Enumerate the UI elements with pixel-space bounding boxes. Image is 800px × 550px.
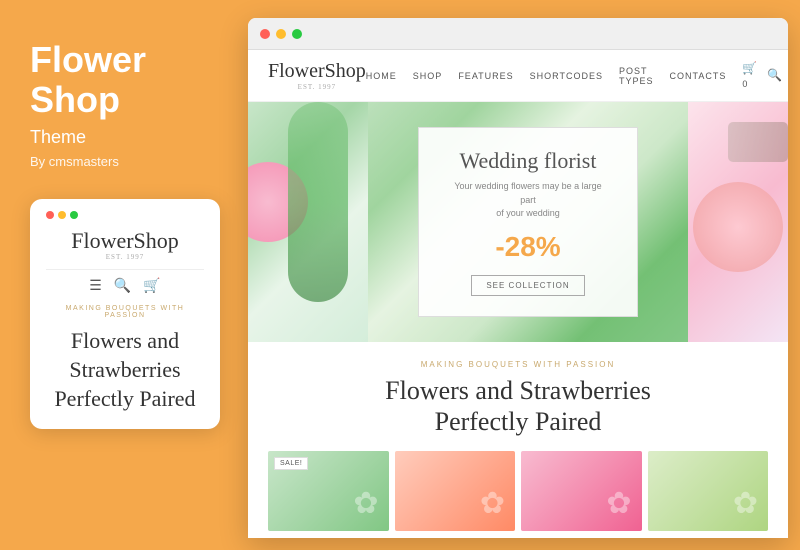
product-thumb-3[interactable] [521,451,642,531]
promo-sub: Your wedding flowers may be a large part… [447,180,609,221]
browser-dot-maximize[interactable] [292,29,302,39]
below-hero: Making Bouquets with Passion Flowers and… [248,342,788,538]
mobile-heading: Flowers and Strawberries Perfectly Paire… [46,327,204,413]
section-tagline: Making Bouquets with Passion [268,360,768,369]
shop-logo-est: EST. 1997 [268,83,366,91]
product-thumb-2[interactable] [395,451,516,531]
mobile-logo-est: EST. 1997 [46,253,204,261]
sale-badge: SALE! [274,457,308,470]
mobile-card-dots [46,211,204,219]
cart-icon[interactable]: 🛒 0 [742,61,757,91]
dot-red [46,211,54,219]
nav-post-types[interactable]: Post Types [619,66,654,86]
nav-shop[interactable]: Shop [413,71,443,81]
promo-box: Wedding florist Your wedding flowers may… [418,127,638,317]
dot-green [70,211,78,219]
theme-subtitle: Theme [30,127,218,148]
search-icon[interactable]: 🔍 [114,278,131,295]
browser-dot-close[interactable] [260,29,270,39]
theme-author: By cmsmasters [30,154,218,169]
nav-shortcodes[interactable]: Shortcodes [530,71,603,81]
product-row: SALE! [268,451,768,531]
hero-image-left [248,102,368,342]
hero-center: Wedding florist Your wedding flowers may… [368,102,688,342]
browser-dot-minimize[interactable] [276,29,286,39]
nav-features[interactable]: Features [458,71,513,81]
shop-nav-icons: 🛒 0 🔍 [742,61,782,91]
section-heading: Flowers and Strawberries Perfectly Paire… [268,375,768,437]
browser-mockup: FlowerShop EST. 1997 Home Shop Features … [248,18,788,538]
dot-yellow [58,211,66,219]
shop-navbar: FlowerShop EST. 1997 Home Shop Features … [248,50,788,102]
promo-title: Wedding florist [447,148,609,174]
left-panel: Flower Shop Theme By cmsmasters FlowerSh… [0,0,248,550]
mobile-logo-text: FlowerShop [46,229,204,253]
hamburger-icon[interactable]: ☰ [89,278,102,295]
shop-logo: FlowerShop EST. 1997 [268,60,366,91]
product-thumb-4[interactable] [648,451,769,531]
mobile-preview-card: FlowerShop EST. 1997 ☰ 🔍 🛒 Making Bouque… [30,199,220,429]
see-collection-button[interactable]: See Collection [471,275,584,296]
hero-image-right [688,102,788,342]
nav-home[interactable]: Home [366,71,397,81]
mobile-nav-icons: ☰ 🔍 🛒 [46,269,204,295]
browser-bar [248,18,788,50]
mobile-tagline: Making Bouquets with Passion [46,305,204,319]
cart-icon[interactable]: 🛒 [143,278,160,295]
nav-contacts[interactable]: Contacts [670,71,727,81]
product-thumb-1[interactable]: SALE! [268,451,389,531]
promo-discount: -28% [447,231,609,263]
hero-section: Wedding florist Your wedding flowers may… [248,102,788,342]
shop-logo-text: FlowerShop [268,60,366,83]
search-icon[interactable]: 🔍 [767,68,782,83]
shop-nav-links: Home Shop Features Shortcodes Post Types… [366,66,727,86]
theme-title: Flower Shop [30,40,218,119]
mobile-logo: FlowerShop EST. 1997 [46,229,204,261]
